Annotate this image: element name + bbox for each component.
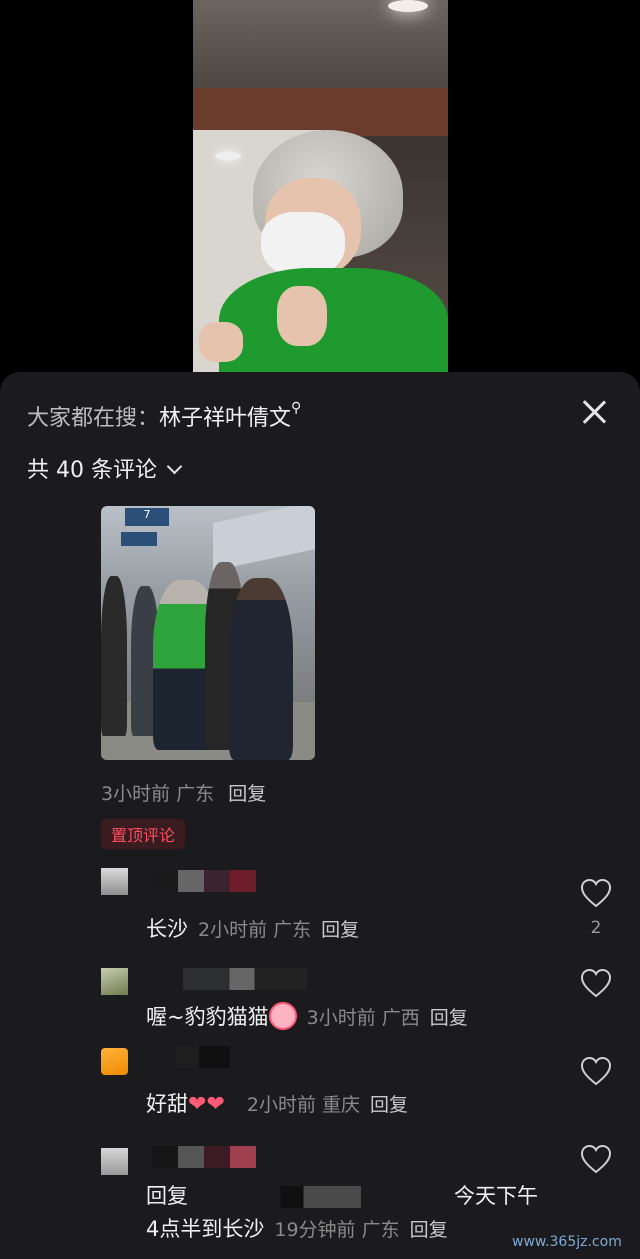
heart-icon[interactable] (580, 878, 612, 908)
reply-button[interactable]: 回复 (370, 1094, 408, 1116)
username-blurred[interactable] (152, 968, 307, 990)
video-person-hand (277, 286, 327, 346)
top-comment-meta: 3小时前 广东 回复 (101, 779, 266, 806)
comment-body-line2: 4点半到长沙 (146, 1217, 265, 1241)
video-ceiling (193, 0, 448, 90)
avatar[interactable] (101, 1048, 128, 1075)
video-person-hand-left (199, 322, 243, 362)
comment-meta: 2小时前 重庆 (246, 1094, 361, 1116)
emoji-love-face-icon (268, 1002, 297, 1030)
close-icon[interactable] (578, 396, 610, 428)
comment-body: 好甜 (146, 1092, 188, 1116)
comment-text-line2: 4点半到长沙 19分钟前 广东 回复 (146, 1213, 448, 1243)
reply-target-blurred[interactable] (200, 1186, 430, 1208)
image-person-4 (229, 578, 293, 760)
comment-image[interactable]: 7 (101, 506, 315, 760)
search-suggestion-prefix: 大家都在搜： (27, 406, 160, 431)
video-wall-light (215, 152, 241, 160)
reply-prefix: 回复 (146, 1184, 188, 1208)
watermark: www.365jz.com (512, 1234, 622, 1250)
search-icon: ⚲ (291, 400, 302, 416)
video-ceiling-light (388, 0, 428, 12)
comment-meta: 2小时前 广东 (198, 919, 312, 941)
heart-icon[interactable] (580, 1056, 612, 1086)
avatar[interactable] (101, 868, 128, 895)
search-suggestion-keyword[interactable]: 林子祥叶倩文 (159, 406, 291, 431)
video-frame[interactable] (193, 0, 448, 372)
reply-button[interactable]: 回复 (321, 919, 359, 941)
image-platform-sign-2 (121, 532, 157, 546)
comment-text: 长沙 2小时前 广东 回复 (146, 913, 359, 943)
search-suggestion[interactable]: 大家都在搜：林子祥叶倩文⚲ (27, 400, 301, 432)
heart-icon[interactable] (580, 1144, 612, 1174)
heart-icon[interactable] (580, 968, 612, 998)
image-platform-sign: 7 (125, 508, 169, 526)
image-person-1 (101, 576, 127, 736)
pinned-badge: 置顶评论 (101, 819, 186, 849)
comment-count-dropdown[interactable]: 共 40 条评论 (27, 452, 183, 484)
comment-body: 今天下午 (454, 1184, 538, 1208)
comment-body: 喔~豹豹猫猫 (146, 1005, 269, 1029)
video-wood-panel (193, 88, 448, 136)
comment-text: 好甜❤❤ 2小时前 重庆 回复 (146, 1088, 408, 1118)
comment-body: 长沙 (146, 917, 188, 941)
reply-button[interactable]: 回复 (430, 1007, 468, 1029)
comment-text: 喔~豹豹猫猫 3小时前 广西 回复 (146, 1001, 468, 1032)
avatar[interactable] (101, 968, 128, 995)
username-blurred[interactable] (152, 1146, 256, 1168)
like-count: 2 (590, 918, 602, 938)
reply-button[interactable]: 回复 (410, 1219, 448, 1241)
comment-text: 回复 今天下午 (146, 1180, 538, 1210)
username-blurred[interactable] (152, 870, 256, 892)
avatar[interactable] (101, 1148, 128, 1175)
video-area[interactable] (0, 0, 640, 400)
heart-emoji-icon: ❤ (188, 1092, 207, 1117)
comment-meta: 3小时前 广西 (306, 1007, 420, 1029)
comment-meta: 19分钟前 广东 (274, 1219, 400, 1241)
heart-emoji-icon: ❤ (206, 1092, 225, 1117)
username-blurred[interactable] (152, 1046, 230, 1068)
top-comment-time-location: 3小时前 广东 (101, 783, 215, 805)
comment-count: 共 40 条评论 (27, 458, 157, 483)
chevron-down-icon (166, 458, 183, 475)
reply-button[interactable]: 回复 (228, 783, 266, 805)
video-person-sweater (219, 268, 448, 372)
comment-panel (0, 372, 640, 1259)
